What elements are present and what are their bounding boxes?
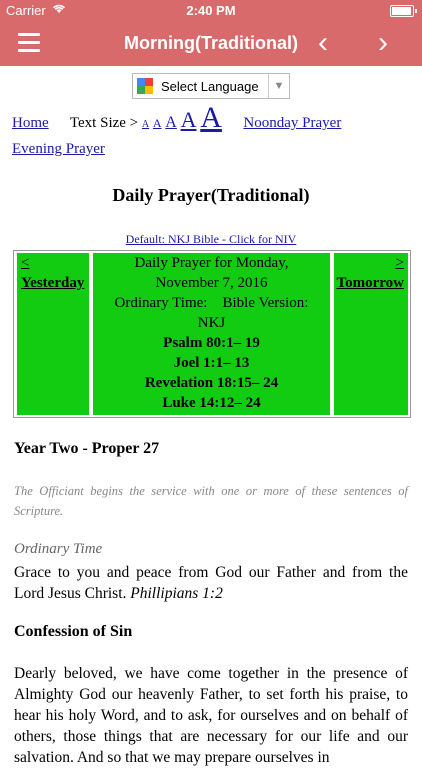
yesterday-cell: < Yesterday xyxy=(17,253,89,415)
next-day-arrow[interactable]: > xyxy=(396,255,404,272)
tomorrow-link[interactable]: Tomorrow xyxy=(337,275,405,292)
text-size-label: Text Size > xyxy=(69,115,139,131)
clock: 2:40 PM xyxy=(186,3,236,18)
text-size-3[interactable]: A xyxy=(165,114,177,131)
bible-version-link-wrap: Default: NKJ Bible - Click for NIV xyxy=(0,232,422,247)
language-select[interactable]: Select Language ▼ xyxy=(132,73,290,99)
opening-sentence: Grace to you and peace from God our Fath… xyxy=(14,562,408,604)
reading-psalm: Psalm 80:1– 19 xyxy=(163,335,260,351)
prev-day-arrow[interactable]: < xyxy=(21,255,29,272)
exhortation-text: Dearly beloved, we have come together in… xyxy=(14,665,408,766)
page-heading: Daily Prayer(Traditional) xyxy=(112,185,310,205)
reading-old-testament: Joel 1:1– 13 xyxy=(173,355,250,371)
tomorrow-cell: > Tomorrow xyxy=(334,253,408,415)
home-link[interactable]: Home xyxy=(12,115,49,131)
battery-icon xyxy=(390,5,417,17)
day-info-cell: Daily Prayer for Monday, November 7, 201… xyxy=(93,253,330,415)
status-bar: Carrier 2:40 PM xyxy=(0,0,422,22)
prev-button[interactable]: ‹ xyxy=(318,26,328,60)
google-translate-icon xyxy=(137,78,153,94)
reading-gospel: Luke 14:12– 24 xyxy=(162,395,261,411)
link-row: Home Text Size > A A A A A Noonday Praye… xyxy=(12,103,412,161)
text-size-4[interactable]: A xyxy=(181,107,197,132)
dropdown-arrow-icon: ▼ xyxy=(268,74,289,98)
noonday-prayer-link[interactable]: Noonday Prayer xyxy=(243,115,341,131)
text-size-1[interactable]: A xyxy=(142,119,149,130)
day-title-line: Daily Prayer for Monday, xyxy=(134,255,289,271)
language-select-label: Select Language xyxy=(161,79,259,94)
evening-prayer-link[interactable]: Evening Prayer xyxy=(12,141,105,157)
year-proper-heading: Year Two - Proper 27 xyxy=(14,440,160,457)
text-size-5[interactable]: A xyxy=(200,101,222,134)
bible-version-link[interactable]: Default: NKJ Bible - Click for NIV xyxy=(126,232,297,246)
yesterday-link[interactable]: Yesterday xyxy=(21,275,84,292)
bible-version-value: NKJ xyxy=(197,315,226,331)
nav-bar: Morning(Traditional) ‹ › xyxy=(0,22,422,66)
page-title: Morning(Traditional) xyxy=(124,33,298,53)
season-version-line: Ordinary Time: Bible Version: xyxy=(114,295,309,311)
season-label: Ordinary Time xyxy=(14,541,103,557)
reading-epistle: Revelation 18:15– 24 xyxy=(144,375,279,391)
day-date-line: November 7, 2016 xyxy=(155,275,268,291)
confession-heading: Confession of Sin xyxy=(14,623,133,640)
next-button[interactable]: › xyxy=(378,26,388,60)
text-size-2[interactable]: A xyxy=(153,116,162,130)
day-table: < Yesterday Daily Prayer for Monday, Nov… xyxy=(13,250,411,418)
opening-sentence-reference: Phillipians 1:2 xyxy=(130,585,223,602)
officiant-rubric: The Officiant begins the service with on… xyxy=(14,484,408,518)
